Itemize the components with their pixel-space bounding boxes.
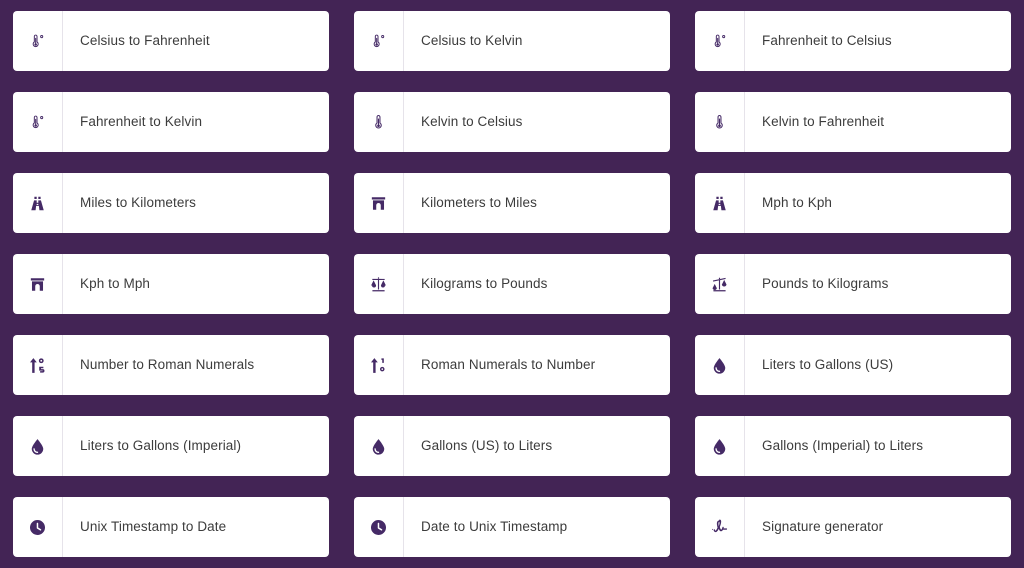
- tool-card[interactable]: Fahrenheit to Kelvin: [13, 92, 329, 152]
- tool-card[interactable]: Celsius to Fahrenheit: [13, 11, 329, 71]
- tool-card-label: Fahrenheit to Kelvin: [80, 113, 203, 129]
- tool-card[interactable]: Liters to Gallons (US): [695, 335, 1011, 395]
- thermometer-icon: [354, 92, 404, 152]
- road-icon: [695, 173, 745, 233]
- tool-card-label: Kilograms to Pounds: [421, 275, 548, 291]
- tool-card-label: Unix Timestamp to Date: [80, 518, 227, 534]
- sort-numeric-down-icon: [354, 335, 404, 395]
- tool-card[interactable]: Date to Unix Timestamp: [354, 497, 670, 557]
- tool-card[interactable]: Gallons (Imperial) to Liters: [695, 416, 1011, 476]
- tool-card-label: Gallons (Imperial) to Liters: [762, 437, 924, 453]
- tool-card-label: Roman Numerals to Number: [421, 356, 596, 372]
- tool-card-label: Kelvin to Celsius: [421, 113, 523, 129]
- tool-card-label: Gallons (US) to Liters: [421, 437, 553, 453]
- tool-card-label: Liters to Gallons (Imperial): [80, 437, 242, 453]
- tool-card[interactable]: Pounds to Kilograms: [695, 254, 1011, 314]
- clock-icon: [13, 497, 63, 557]
- tool-card-label: Pounds to Kilograms: [762, 275, 889, 291]
- tool-card[interactable]: Miles to Kilometers: [13, 173, 329, 233]
- signature-icon: [695, 497, 745, 557]
- tool-card-label: Date to Unix Timestamp: [421, 518, 568, 534]
- tool-card-label: Celsius to Kelvin: [421, 32, 523, 48]
- tool-card[interactable]: Kilograms to Pounds: [354, 254, 670, 314]
- clock-icon: [354, 497, 404, 557]
- thermometer-icon: [695, 92, 745, 152]
- tool-card[interactable]: Unix Timestamp to Date: [13, 497, 329, 557]
- tool-card[interactable]: Gallons (US) to Liters: [354, 416, 670, 476]
- tool-card-label: Signature generator: [762, 518, 884, 534]
- tool-card-label: Kelvin to Fahrenheit: [762, 113, 885, 129]
- thermometer-degrees-icon: [13, 11, 63, 71]
- tool-card-grid: Celsius to Fahrenheit Celsius to Kelvin Fa…: [0, 0, 1024, 568]
- tool-card[interactable]: Kelvin to Fahrenheit: [695, 92, 1011, 152]
- tool-card[interactable]: Liters to Gallons (Imperial): [13, 416, 329, 476]
- thermometer-degrees-icon: [13, 92, 63, 152]
- tool-card[interactable]: Signature generator: [695, 497, 1011, 557]
- tool-card-label: Miles to Kilometers: [80, 194, 196, 210]
- tool-card-label: Celsius to Fahrenheit: [80, 32, 210, 48]
- droplet-icon: [695, 335, 745, 395]
- road-icon: [13, 173, 63, 233]
- tool-card[interactable]: Kilometers to Miles: [354, 173, 670, 233]
- tool-card-label: Number to Roman Numerals: [80, 356, 255, 372]
- tool-card[interactable]: Number to Roman Numerals: [13, 335, 329, 395]
- tool-card[interactable]: Fahrenheit to Celsius: [695, 11, 1011, 71]
- tool-card[interactable]: Mph to Kph: [695, 173, 1011, 233]
- balance-scale-tilted-icon: [695, 254, 745, 314]
- tool-card[interactable]: Celsius to Kelvin: [354, 11, 670, 71]
- tool-card-label: Kph to Mph: [80, 275, 151, 291]
- thermometer-degrees-icon: [695, 11, 745, 71]
- tool-card-label: Mph to Kph: [762, 194, 833, 210]
- droplet-icon: [13, 416, 63, 476]
- sort-numeric-up-icon: [13, 335, 63, 395]
- tunnel-icon: [354, 173, 404, 233]
- droplet-icon: [695, 416, 745, 476]
- tunnel-icon: [13, 254, 63, 314]
- tool-card-label: Kilometers to Miles: [421, 194, 537, 210]
- tool-card[interactable]: Roman Numerals to Number: [354, 335, 670, 395]
- tool-card[interactable]: Kelvin to Celsius: [354, 92, 670, 152]
- tool-card-label: Liters to Gallons (US): [762, 356, 894, 372]
- thermometer-degrees-icon: [354, 11, 404, 71]
- tool-card-label: Fahrenheit to Celsius: [762, 32, 892, 48]
- droplet-icon: [354, 416, 404, 476]
- tool-card[interactable]: Kph to Mph: [13, 254, 329, 314]
- balance-scale-icon: [354, 254, 404, 314]
